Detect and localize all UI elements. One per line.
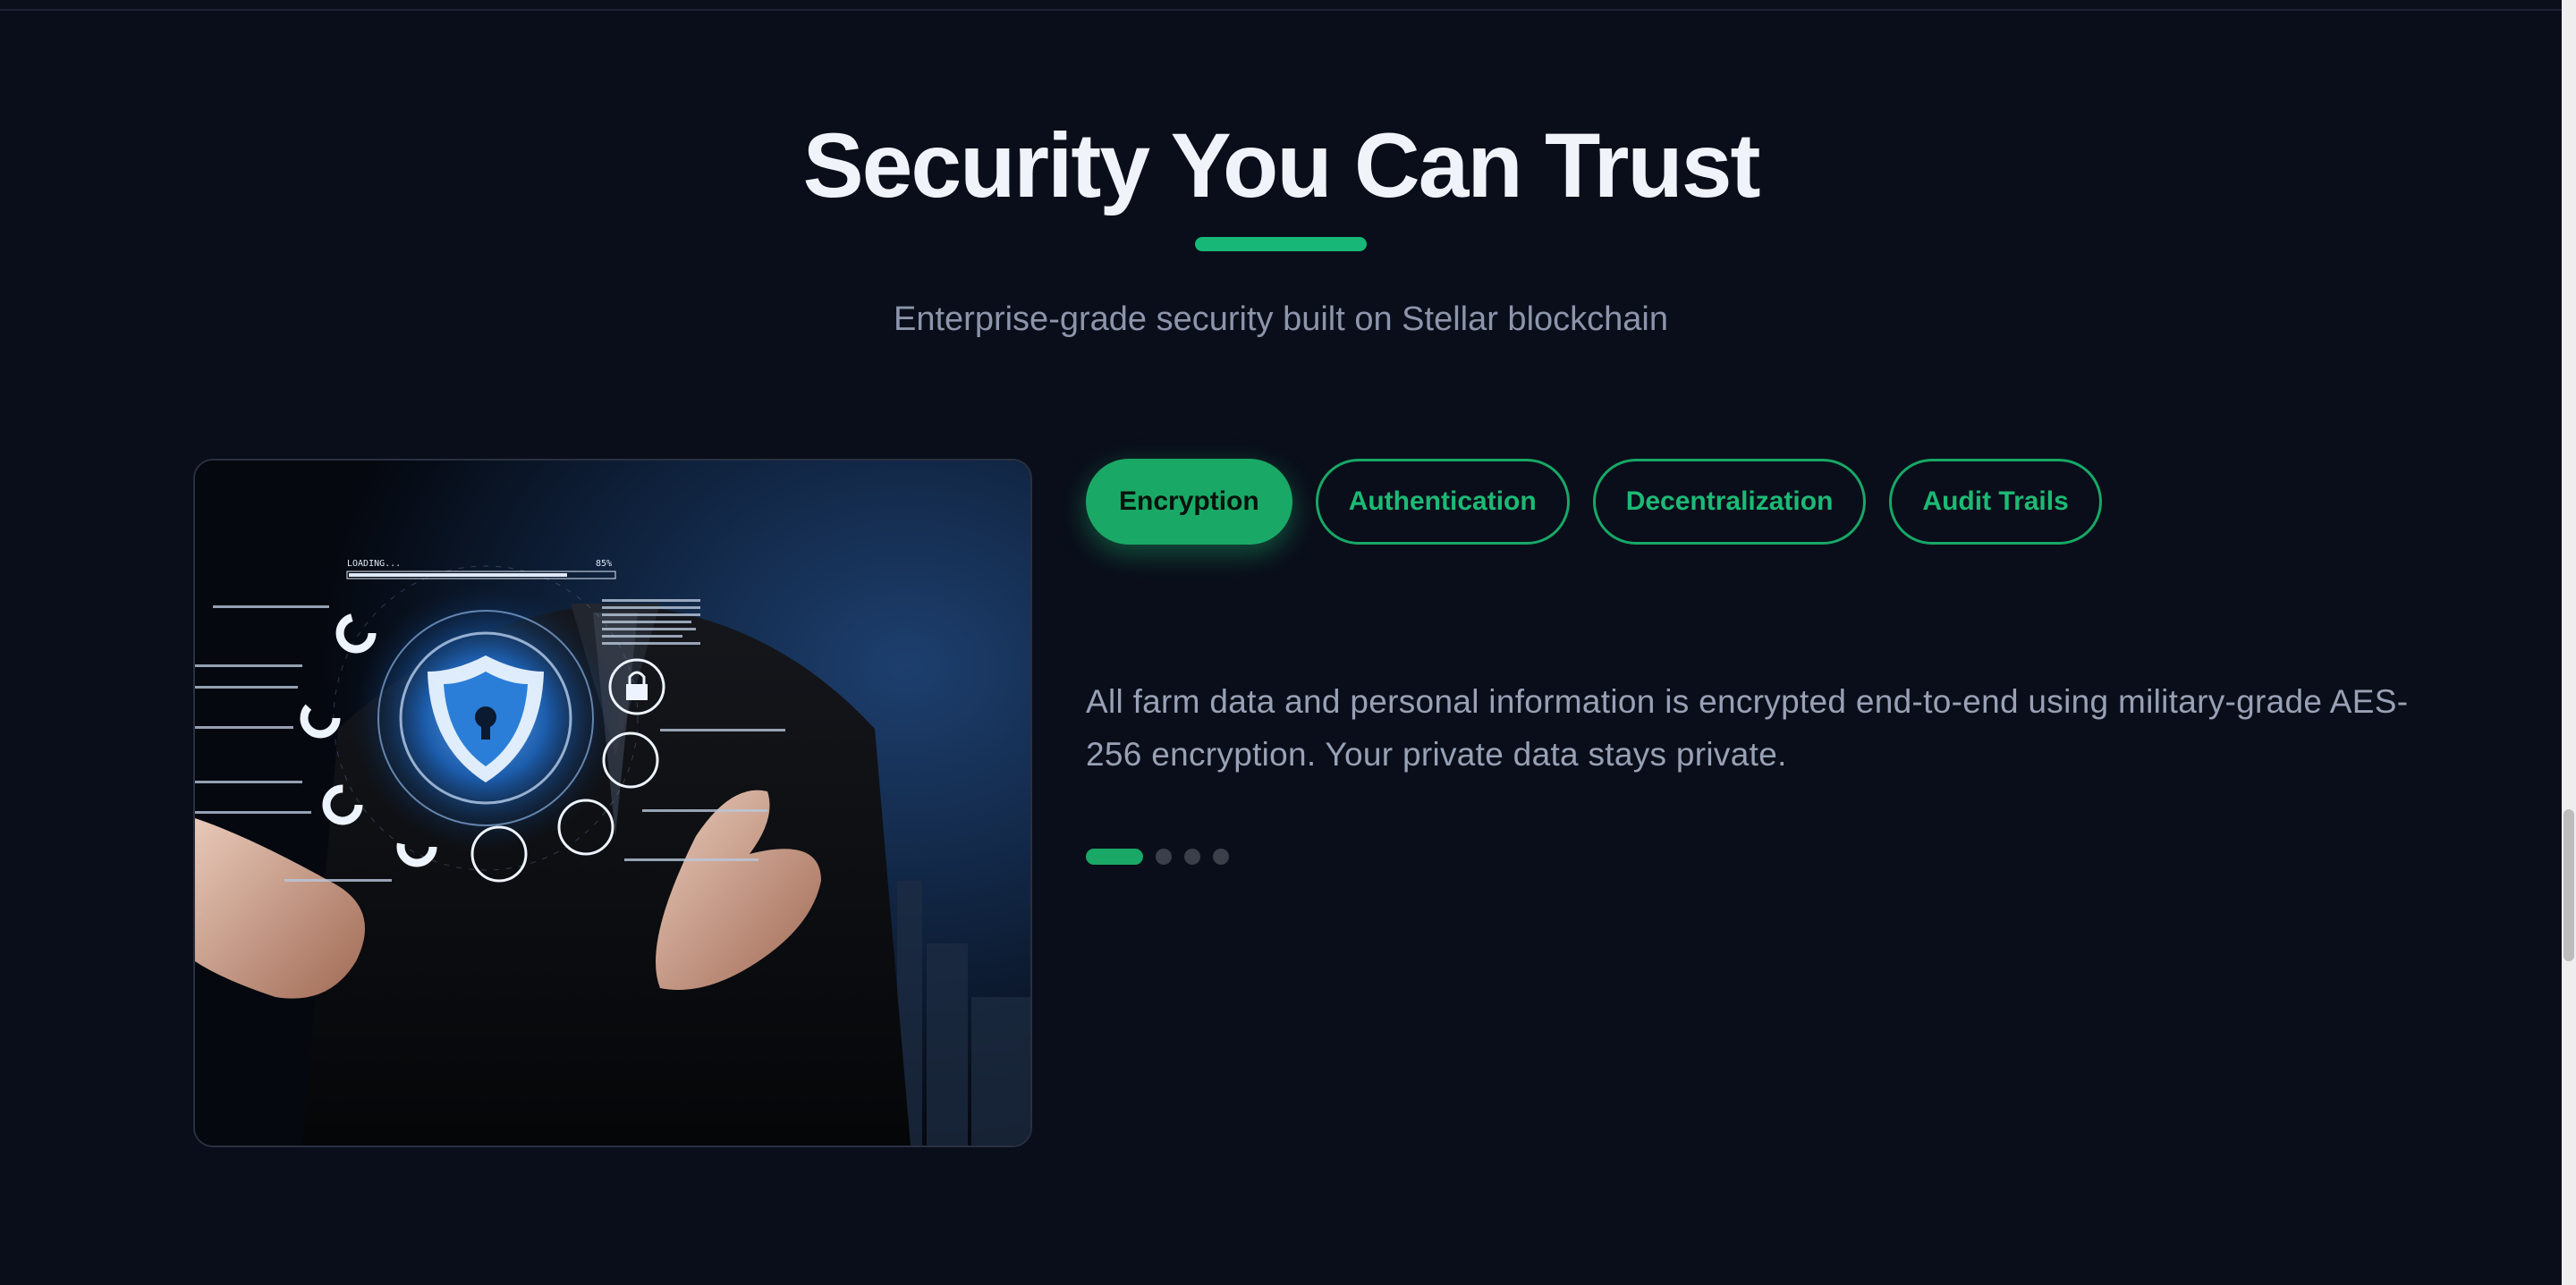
tab-decentralization[interactable]: Decentralization <box>1592 459 1867 545</box>
carousel-dot-4[interactable] <box>1213 849 1229 865</box>
security-illustration-image: LOADING... 85% <box>195 461 1030 1146</box>
tab-audit-trails[interactable]: Audit Trails <box>1889 459 2102 545</box>
tab-authentication[interactable]: Authentication <box>1315 459 1570 545</box>
security-tabs: Encryption Authentication Decentralizati… <box>1086 459 2102 545</box>
title-underline <box>1195 237 1367 251</box>
tab-encryption[interactable]: Encryption <box>1086 459 1292 545</box>
section-subtitle: Enterprise-grade security built on Stell… <box>894 300 1668 338</box>
security-illustration: LOADING... 85% <box>193 459 1032 1147</box>
page-scrollbar[interactable] <box>2562 0 2576 1285</box>
carousel-dot-3[interactable] <box>1184 849 1200 865</box>
hud-loading-text: LOADING... <box>347 559 401 569</box>
carousel-dot-2[interactable] <box>1156 849 1172 865</box>
page: Security You Can Trust Enterprise-grade … <box>0 0 2576 1285</box>
carousel-dot-1[interactable] <box>1086 849 1143 865</box>
scrollbar-thumb[interactable] <box>2563 809 2574 961</box>
hud-percent-text: 85% <box>596 559 612 569</box>
section-title: Security You Can Trust <box>802 114 1761 216</box>
top-divider <box>0 0 2562 11</box>
carousel-indicators <box>1086 849 1229 865</box>
tab-description: All farm data and personal information i… <box>1086 683 2409 773</box>
